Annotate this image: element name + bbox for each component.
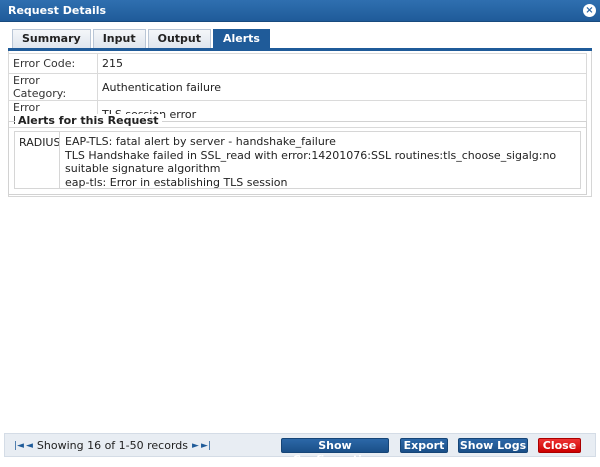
- close-icon[interactable]: ×: [583, 4, 596, 17]
- tab-alerts[interactable]: Alerts: [213, 29, 270, 48]
- alert-messages: EAP-TLS: fatal alert by server - handsha…: [65, 135, 575, 189]
- tab-input[interactable]: Input: [92, 29, 146, 48]
- alert-line: EAP-TLS: fatal alert by server - handsha…: [65, 135, 336, 148]
- dialog-titlebar: Request Details ×: [0, 0, 600, 22]
- last-page-icon[interactable]: ►|: [200, 441, 212, 451]
- export-button[interactable]: Export: [400, 438, 448, 453]
- show-logs-button[interactable]: Show Logs: [458, 438, 528, 453]
- dialog-footer: |◄ ◄ Showing 16 of 1-50 records ► ►| Sho…: [4, 433, 596, 466]
- close-button[interactable]: Close: [538, 438, 581, 453]
- records-status: Showing 16 of 1-50 records: [36, 439, 189, 452]
- alert-line: eap-tls: Error in establishing TLS sessi…: [65, 175, 288, 189]
- previous-page-icon[interactable]: ◄: [25, 441, 34, 451]
- alerts-legend: Alerts for this Request: [15, 114, 162, 127]
- first-page-icon[interactable]: |◄: [13, 441, 25, 451]
- alerts-table: RADIUS EAP-TLS: fatal alert by server - …: [14, 131, 581, 189]
- column-divider: [59, 132, 60, 188]
- tab-output[interactable]: Output: [147, 29, 211, 48]
- error-category-value: Authentication failure: [97, 73, 587, 101]
- table-row: Error Code: 215: [8, 53, 587, 74]
- alert-source: RADIUS: [19, 136, 61, 149]
- tab-summary[interactable]: Summary: [12, 29, 91, 48]
- next-page-icon[interactable]: ►: [191, 441, 200, 451]
- error-code-value: 215: [97, 53, 587, 74]
- table-row: Error Category: Authentication failure: [8, 73, 587, 101]
- alert-line: TLS Handshake failed in SSL_read with er…: [65, 148, 557, 176]
- show-configuration-button[interactable]: Show Configuration: [281, 438, 389, 466]
- pager: |◄ ◄ Showing 16 of 1-50 records ► ►|: [13, 439, 212, 452]
- tab-bar: Summary Input Output Alerts: [12, 29, 270, 48]
- dialog-title: Request Details: [8, 4, 107, 17]
- error-code-label: Error Code:: [8, 53, 98, 74]
- request-details-dialog: Request Details × Summary Input Output A…: [0, 0, 600, 466]
- error-category-label: Error Category:: [8, 73, 98, 101]
